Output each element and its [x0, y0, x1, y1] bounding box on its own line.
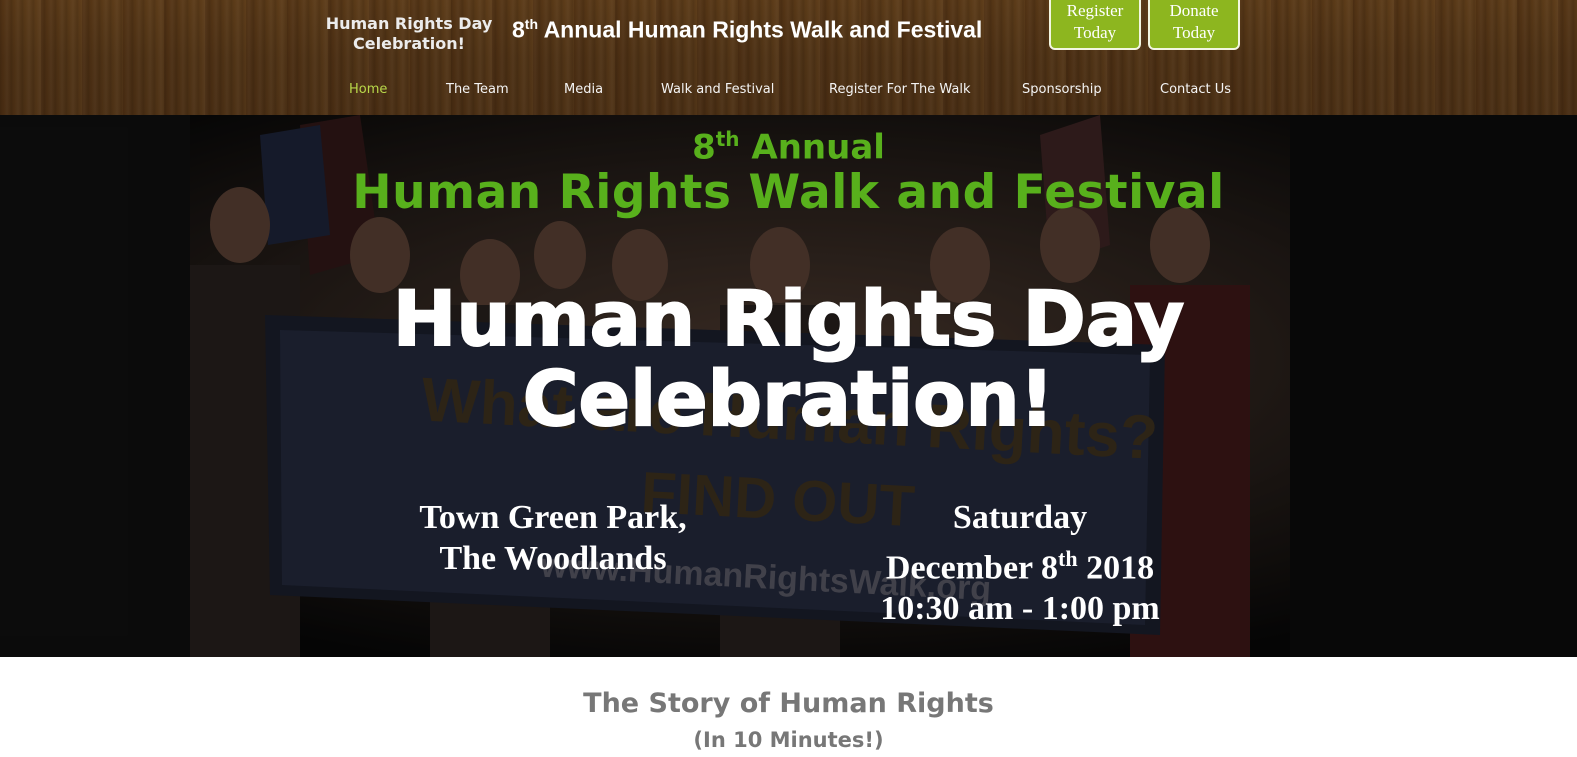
donate-button-line2: Today [1172, 23, 1216, 42]
event-date-line: December 8th 2018 [820, 538, 1220, 588]
event-location: Town Green Park, The Woodlands [353, 497, 753, 579]
nav-item-media[interactable]: Media [564, 82, 603, 97]
event-date-day: Saturday [952, 499, 1088, 536]
nav-item-sponsorship[interactable]: Sponsorship [1022, 82, 1102, 97]
story-section-subtitle: (In 10 Minutes!) [693, 728, 884, 752]
event-date: Saturday December 8th 2018 10:30 am - 1:… [820, 497, 1220, 629]
site-title-logo[interactable]: Human Rights Day Celebration! [318, 14, 500, 54]
register-button-line1: Register [1066, 1, 1124, 20]
hero-title: Human Rights Walk and Festival [352, 165, 1225, 220]
event-date-year: 2018 [1086, 549, 1155, 587]
donate-button-line1: Donate [1169, 1, 1219, 20]
event-date-prefix: December 8 [885, 549, 1059, 587]
hero-annual-label: 8th Annual [0, 127, 1577, 167]
site-header: Human Rights Day Celebration! 8th Annual… [0, 0, 1577, 116]
site-title-line2: Celebration! [353, 34, 465, 53]
register-button-line2: Today [1073, 23, 1117, 42]
nav-item-walk-and-festival[interactable]: Walk and Festival [661, 82, 774, 97]
nav-item-register-for-the-walk[interactable]: Register For The Walk [829, 82, 971, 97]
header-heading-suffix: th [524, 16, 539, 32]
story-section-title: The Story of Human Rights [583, 688, 994, 719]
event-location-line2: The Woodlands [439, 540, 667, 577]
header-heading-text: Annual Human Rights Walk and Festival [543, 16, 983, 43]
event-location-line1: Town Green Park, [419, 499, 687, 536]
donate-today-button[interactable]: Donate Today [1148, 0, 1240, 50]
hero-celebration-heading: Human Rights Day Celebration! [0, 274, 1577, 443]
hero-annual-text: Annual [751, 127, 885, 168]
event-date-suffix: th [1058, 546, 1078, 571]
hero-banner: What are Human Rights? FIND OUT www.Huma… [0, 115, 1577, 657]
register-today-button[interactable]: Register Today [1049, 0, 1141, 50]
main-nav: Home The Team Media Walk and Festival Re… [0, 82, 1577, 102]
hero-celebration-line2: Celebration! [522, 354, 1055, 443]
hero-annual-suffix: th [715, 127, 740, 151]
hero-annual-ordinal: 8 [692, 127, 716, 168]
site-title-line1: Human Rights Day [325, 14, 493, 33]
hero-celebration-line1: Human Rights Day [392, 274, 1185, 363]
nav-item-contact-us[interactable]: Contact Us [1160, 82, 1231, 97]
header-heading: 8th Annual Human Rights Walk and Festiva… [512, 16, 982, 44]
header-heading-ordinal: 8 [512, 16, 525, 43]
nav-item-home[interactable]: Home [349, 82, 387, 97]
nav-item-the-team[interactable]: The Team [446, 82, 509, 97]
event-time: 10:30 am - 1:00 pm [880, 590, 1160, 628]
